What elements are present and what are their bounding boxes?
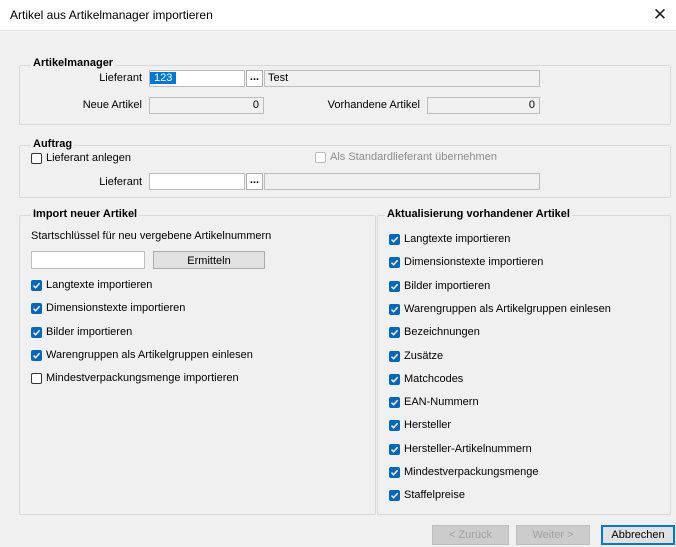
import-legend: Import neuer Artikel	[31, 208, 140, 220]
import-option-checkbox[interactable]	[31, 303, 42, 315]
import-option-label[interactable]: Langtexte importieren	[46, 279, 152, 291]
window-title: Artikel aus Artikelmanager importieren	[10, 8, 213, 22]
update-option-checkbox[interactable]	[389, 280, 400, 292]
neue-artikel-label: Neue Artikel	[82, 99, 142, 111]
artikelmanager-legend: Artikelmanager	[31, 57, 116, 69]
vorhandene-artikel-label: Vorhandene Artikel	[327, 99, 420, 111]
import-option-label[interactable]: Bilder importieren	[46, 326, 132, 338]
lieferant-anlegen-checkbox[interactable]	[31, 153, 42, 164]
update-option-checkbox[interactable]	[389, 373, 400, 385]
update-option-checkbox[interactable]	[389, 234, 400, 245]
import-option-label[interactable]: Warengruppen als Artikelgruppen einlesen	[46, 349, 253, 361]
next-button[interactable]: Weiter >	[516, 525, 590, 545]
checkmark-icon	[390, 492, 399, 500]
lieferant-lookup-button[interactable]: ...	[246, 70, 263, 87]
checkmark-icon	[390, 306, 399, 313]
update-legend: Aktualisierung vorhandener Artikel	[385, 208, 572, 220]
update-option-label[interactable]: Langtexte importieren	[404, 233, 510, 245]
import-option-checkbox[interactable]	[31, 280, 42, 291]
auftrag-legend: Auftrag	[31, 138, 75, 150]
update-option-checkbox[interactable]	[389, 350, 400, 362]
checkmark-icon	[32, 282, 41, 289]
checkmark-icon	[390, 446, 399, 453]
update-option-label[interactable]: EAN-Nummern	[404, 396, 479, 408]
import-option-checkbox[interactable]	[31, 373, 42, 385]
update-option-checkbox[interactable]	[389, 327, 400, 339]
update-option-label[interactable]: Bezeichnungen	[404, 326, 480, 338]
lieferant-value: 123	[150, 72, 177, 84]
update-option-label[interactable]: Hersteller-Artikelnummern	[404, 443, 532, 455]
update-option-checkbox[interactable]	[389, 420, 400, 432]
update-option-checkbox[interactable]	[389, 443, 400, 455]
checkmark-icon	[32, 305, 41, 313]
checkmark-icon	[32, 329, 41, 336]
lieferant-name-field: Test	[264, 70, 540, 87]
checkmark-icon	[390, 423, 399, 430]
update-option-label[interactable]: Matchcodes	[404, 373, 463, 385]
close-icon[interactable]: ✕	[648, 4, 672, 26]
import-option-checkbox[interactable]	[31, 349, 42, 361]
startschluessel-input[interactable]	[31, 251, 145, 269]
checkmark-icon	[390, 353, 399, 360]
standardlieferant-checkbox	[315, 152, 326, 163]
neue-artikel-field: 0	[149, 97, 264, 114]
checkmark-icon	[32, 352, 41, 359]
startschluessel-label: Startschlüssel für neu vergebene Artikel…	[31, 230, 272, 242]
checkmark-icon	[390, 259, 399, 267]
auftrag-lieferant-input[interactable]	[149, 173, 245, 190]
checkmark-icon	[390, 376, 399, 383]
cancel-button[interactable]: Abbrechen	[601, 525, 675, 545]
update-option-checkbox[interactable]	[389, 397, 400, 409]
auftrag-lieferant-lookup-button[interactable]: ...	[246, 173, 263, 190]
auftrag-lieferant-name-field	[264, 173, 540, 190]
vorhandene-artikel-field: 0	[427, 97, 540, 114]
lieferant-anlegen-label[interactable]: Lieferant anlegen	[46, 152, 131, 164]
update-option-label[interactable]: Warengruppen als Artikelgruppen einlesen	[404, 303, 611, 315]
standardlieferant-label: Als Standardlieferant übernehmen	[330, 151, 497, 163]
checkmark-icon	[390, 283, 399, 290]
update-option-label[interactable]: Dimensionstexte importieren	[404, 256, 543, 268]
lieferant-input[interactable]: 123	[149, 70, 245, 87]
checkmark-icon	[390, 469, 399, 476]
update-option-label[interactable]: Staffelpreise	[404, 489, 465, 501]
update-option-checkbox[interactable]	[389, 467, 400, 478]
update-option-label[interactable]: Bilder importieren	[404, 280, 490, 292]
lieferant-label: Lieferant	[99, 72, 142, 84]
import-option-label[interactable]: Dimensionstexte importieren	[46, 302, 185, 314]
update-option-checkbox[interactable]	[389, 303, 400, 315]
import-option-label[interactable]: Mindestverpackungsmenge importieren	[46, 372, 239, 384]
update-option-label[interactable]: Hersteller	[404, 419, 451, 431]
ermitteln-button[interactable]: Ermitteln	[153, 251, 265, 269]
auftrag-lieferant-label: Lieferant	[99, 176, 142, 188]
update-option-label[interactable]: Mindestverpackungsmenge	[404, 466, 539, 478]
update-option-checkbox[interactable]	[389, 257, 400, 269]
back-button[interactable]: < Zurück	[432, 525, 509, 545]
checkmark-icon	[390, 329, 399, 336]
update-option-checkbox[interactable]	[389, 490, 400, 502]
update-option-label[interactable]: Zusätze	[404, 350, 443, 362]
import-option-checkbox[interactable]	[31, 326, 42, 338]
checkmark-icon	[390, 236, 399, 243]
checkmark-icon	[390, 399, 399, 406]
